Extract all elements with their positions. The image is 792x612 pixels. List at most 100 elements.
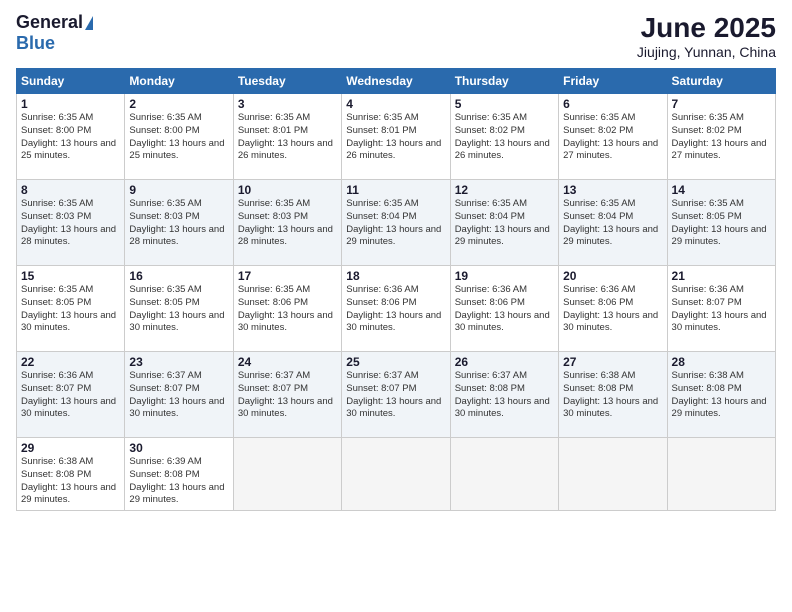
- day-number: 15: [21, 269, 120, 283]
- day-info: Sunrise: 6:35 AMSunset: 8:00 PMDaylight:…: [21, 112, 120, 163]
- dow-header-friday: Friday: [559, 69, 667, 94]
- calendar-cell: 5Sunrise: 6:35 AMSunset: 8:02 PMDaylight…: [450, 94, 558, 180]
- day-info: Sunrise: 6:35 AMSunset: 8:05 PMDaylight:…: [672, 198, 771, 249]
- calendar-week-5: 29Sunrise: 6:38 AMSunset: 8:08 PMDayligh…: [17, 438, 776, 511]
- day-info: Sunrise: 6:37 AMSunset: 8:07 PMDaylight:…: [346, 370, 445, 421]
- day-info: Sunrise: 6:37 AMSunset: 8:08 PMDaylight:…: [455, 370, 554, 421]
- calendar-cell: 17Sunrise: 6:35 AMSunset: 8:06 PMDayligh…: [233, 266, 341, 352]
- day-info: Sunrise: 6:36 AMSunset: 8:06 PMDaylight:…: [563, 284, 662, 335]
- calendar-cell: 2Sunrise: 6:35 AMSunset: 8:00 PMDaylight…: [125, 94, 233, 180]
- calendar-cell: 11Sunrise: 6:35 AMSunset: 8:04 PMDayligh…: [342, 180, 450, 266]
- day-number: 2: [129, 97, 228, 111]
- calendar-cell: 20Sunrise: 6:36 AMSunset: 8:06 PMDayligh…: [559, 266, 667, 352]
- calendar-cell: 29Sunrise: 6:38 AMSunset: 8:08 PMDayligh…: [17, 438, 125, 511]
- calendar-cell: 22Sunrise: 6:36 AMSunset: 8:07 PMDayligh…: [17, 352, 125, 438]
- calendar-week-4: 22Sunrise: 6:36 AMSunset: 8:07 PMDayligh…: [17, 352, 776, 438]
- logo: General Blue: [16, 12, 93, 54]
- calendar-subtitle: Jiujing, Yunnan, China: [637, 44, 776, 60]
- day-info: Sunrise: 6:36 AMSunset: 8:07 PMDaylight:…: [672, 284, 771, 335]
- calendar-cell: 25Sunrise: 6:37 AMSunset: 8:07 PMDayligh…: [342, 352, 450, 438]
- calendar-cell: 6Sunrise: 6:35 AMSunset: 8:02 PMDaylight…: [559, 94, 667, 180]
- calendar-cell: 24Sunrise: 6:37 AMSunset: 8:07 PMDayligh…: [233, 352, 341, 438]
- day-number: 26: [455, 355, 554, 369]
- calendar-week-1: 1Sunrise: 6:35 AMSunset: 8:00 PMDaylight…: [17, 94, 776, 180]
- calendar-cell: 3Sunrise: 6:35 AMSunset: 8:01 PMDaylight…: [233, 94, 341, 180]
- day-number: 23: [129, 355, 228, 369]
- day-info: Sunrise: 6:36 AMSunset: 8:07 PMDaylight:…: [21, 370, 120, 421]
- calendar-cell: [342, 438, 450, 511]
- calendar-cell: [559, 438, 667, 511]
- calendar-cell: 14Sunrise: 6:35 AMSunset: 8:05 PMDayligh…: [667, 180, 775, 266]
- calendar-cell: 21Sunrise: 6:36 AMSunset: 8:07 PMDayligh…: [667, 266, 775, 352]
- calendar-cell: [233, 438, 341, 511]
- day-number: 29: [21, 441, 120, 455]
- calendar-cell: [450, 438, 558, 511]
- day-number: 17: [238, 269, 337, 283]
- day-number: 25: [346, 355, 445, 369]
- dow-header-monday: Monday: [125, 69, 233, 94]
- day-number: 11: [346, 183, 445, 197]
- day-info: Sunrise: 6:35 AMSunset: 8:02 PMDaylight:…: [563, 112, 662, 163]
- day-info: Sunrise: 6:35 AMSunset: 8:00 PMDaylight:…: [129, 112, 228, 163]
- day-number: 5: [455, 97, 554, 111]
- day-info: Sunrise: 6:35 AMSunset: 8:04 PMDaylight:…: [346, 198, 445, 249]
- calendar-cell: 12Sunrise: 6:35 AMSunset: 8:04 PMDayligh…: [450, 180, 558, 266]
- day-number: 10: [238, 183, 337, 197]
- calendar-cell: 9Sunrise: 6:35 AMSunset: 8:03 PMDaylight…: [125, 180, 233, 266]
- day-number: 1: [21, 97, 120, 111]
- title-block: June 2025 Jiujing, Yunnan, China: [637, 12, 776, 60]
- day-number: 27: [563, 355, 662, 369]
- page: General Blue June 2025 Jiujing, Yunnan, …: [0, 0, 792, 612]
- logo-general-text: General: [16, 12, 83, 33]
- calendar-cell: 18Sunrise: 6:36 AMSunset: 8:06 PMDayligh…: [342, 266, 450, 352]
- calendar-cell: 30Sunrise: 6:39 AMSunset: 8:08 PMDayligh…: [125, 438, 233, 511]
- day-info: Sunrise: 6:38 AMSunset: 8:08 PMDaylight:…: [21, 456, 120, 507]
- calendar-table: SundayMondayTuesdayWednesdayThursdayFrid…: [16, 68, 776, 511]
- day-info: Sunrise: 6:36 AMSunset: 8:06 PMDaylight:…: [346, 284, 445, 335]
- calendar-cell: 19Sunrise: 6:36 AMSunset: 8:06 PMDayligh…: [450, 266, 558, 352]
- calendar-cell: 13Sunrise: 6:35 AMSunset: 8:04 PMDayligh…: [559, 180, 667, 266]
- day-number: 21: [672, 269, 771, 283]
- header: General Blue June 2025 Jiujing, Yunnan, …: [16, 12, 776, 60]
- logo-blue-text: Blue: [16, 33, 55, 54]
- day-info: Sunrise: 6:35 AMSunset: 8:01 PMDaylight:…: [238, 112, 337, 163]
- day-number: 6: [563, 97, 662, 111]
- calendar-week-3: 15 Sunrise: 6:35 AMSunset: 8:05 PMDayligh…: [17, 266, 776, 352]
- day-number: 14: [672, 183, 771, 197]
- calendar-cell: 16Sunrise: 6:35 AMSunset: 8:05 PMDayligh…: [125, 266, 233, 352]
- dow-header-wednesday: Wednesday: [342, 69, 450, 94]
- day-number: 13: [563, 183, 662, 197]
- calendar-cell: [667, 438, 775, 511]
- day-number: 16: [129, 269, 228, 283]
- calendar-cell: 27Sunrise: 6:38 AMSunset: 8:08 PMDayligh…: [559, 352, 667, 438]
- logo-triangle-icon: [85, 16, 93, 30]
- day-info: Sunrise: 6:39 AMSunset: 8:08 PMDaylight:…: [129, 456, 228, 507]
- dow-header-tuesday: Tuesday: [233, 69, 341, 94]
- dow-header-thursday: Thursday: [450, 69, 558, 94]
- day-number: 20: [563, 269, 662, 283]
- calendar-cell: 7Sunrise: 6:35 AMSunset: 8:02 PMDaylight…: [667, 94, 775, 180]
- day-info: Sunrise: 6:35 AMSunset: 8:05 PMDaylight:…: [129, 284, 228, 335]
- dow-header-sunday: Sunday: [17, 69, 125, 94]
- day-info: Sunrise: 6:35 AMSunset: 8:03 PMDaylight:…: [21, 198, 120, 249]
- day-info: Sunrise: 6:35 AMSunset: 8:04 PMDaylight:…: [455, 198, 554, 249]
- calendar-cell: 10Sunrise: 6:35 AMSunset: 8:03 PMDayligh…: [233, 180, 341, 266]
- calendar-week-2: 8Sunrise: 6:35 AMSunset: 8:03 PMDaylight…: [17, 180, 776, 266]
- calendar-cell: 15Sunrise: 6:35 AMSunset: 8:05 PMDayligh…: [17, 266, 125, 352]
- day-info: Sunrise: 6:35 AMSunset: 8:03 PMDaylight:…: [238, 198, 337, 249]
- day-info: Sunrise: 6:35 AMSunset: 8:02 PMDaylight:…: [455, 112, 554, 163]
- day-number: 3: [238, 97, 337, 111]
- day-number: 19: [455, 269, 554, 283]
- day-info: Sunrise: 6:36 AMSunset: 8:06 PMDaylight:…: [455, 284, 554, 335]
- day-number: 8: [21, 183, 120, 197]
- day-info: Sunrise: 6:35 AMSunset: 8:03 PMDaylight:…: [129, 198, 228, 249]
- day-number: 12: [455, 183, 554, 197]
- calendar-cell: 4Sunrise: 6:35 AMSunset: 8:01 PMDaylight…: [342, 94, 450, 180]
- calendar-cell: 26Sunrise: 6:37 AMSunset: 8:08 PMDayligh…: [450, 352, 558, 438]
- day-number: 9: [129, 183, 228, 197]
- day-number: 28: [672, 355, 771, 369]
- calendar-cell: 1Sunrise: 6:35 AMSunset: 8:00 PMDaylight…: [17, 94, 125, 180]
- day-of-week-row: SundayMondayTuesdayWednesdayThursdayFrid…: [17, 69, 776, 94]
- day-info: Sunrise: 6:38 AMSunset: 8:08 PMDaylight:…: [672, 370, 771, 421]
- day-info: Sunrise: 6:35 AMSunset: 8:02 PMDaylight:…: [672, 112, 771, 163]
